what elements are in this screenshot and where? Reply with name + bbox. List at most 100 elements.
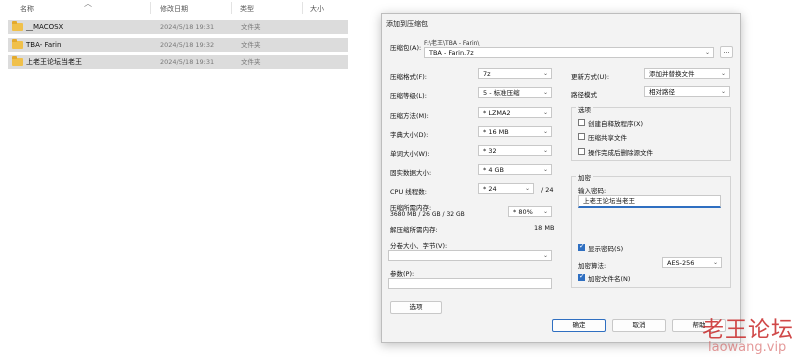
dictionary-select[interactable]: * 16 MB ⌄ xyxy=(478,126,552,137)
path-mode-value: 相对路径 xyxy=(649,88,675,96)
add-to-archive-dialog: 添加到压缩包 压缩包(A): F:\老王\TBA - Farin\ TBA - … xyxy=(381,13,741,343)
update-mode-select[interactable]: 添加并替换文件 ⌄ xyxy=(644,68,730,79)
chevron-down-icon: ⌄ xyxy=(712,259,718,266)
file-type: 文件夹 xyxy=(241,58,261,66)
file-modified: 2024/5/18 19:31 xyxy=(160,58,215,66)
memory-usage-select[interactable]: * 80% ⌄ xyxy=(508,206,552,217)
word-size-select[interactable]: * 32 ⌄ xyxy=(478,145,552,156)
chevron-down-icon: ⌄ xyxy=(524,185,530,192)
dialog-title: 添加到压缩包 xyxy=(386,20,428,28)
level-label: 压缩等级(L): xyxy=(390,92,427,100)
path-mode-select[interactable]: 相对路径 ⌄ xyxy=(644,86,730,97)
options-button[interactable]: 选项 xyxy=(390,301,442,314)
dictionary-label: 字典大小(D): xyxy=(390,131,429,139)
encryption-group-title: 加密 xyxy=(576,172,593,182)
archive-label: 压缩包(A): xyxy=(390,44,422,52)
file-modified: 2024/5/18 19:31 xyxy=(160,23,215,31)
cpu-threads-select[interactable]: * 24 ⌄ xyxy=(478,183,534,194)
solid-size-value: * 4 GB xyxy=(483,166,505,174)
method-select[interactable]: * LZMA2 ⌄ xyxy=(478,107,552,118)
file-name: TBA- Farin xyxy=(26,41,62,49)
watermark-url: laowang.vip xyxy=(708,340,787,355)
file-type: 文件夹 xyxy=(241,23,261,31)
split-size-label: 分卷大小、字节(V): xyxy=(390,242,448,250)
sfx-checkbox[interactable] xyxy=(578,119,585,126)
chevron-down-icon: ⌄ xyxy=(720,70,726,77)
sfx-label: 创建自释放程序(X) xyxy=(588,120,644,128)
solid-size-label: 固实数据大小: xyxy=(390,169,432,177)
dictionary-value: * 16 MB xyxy=(483,128,509,136)
delete-after-checkbox[interactable] xyxy=(578,148,585,155)
column-header-name[interactable]: 名称 xyxy=(20,3,34,15)
format-label: 压缩格式(F): xyxy=(390,73,428,81)
parameters-label: 参数(P): xyxy=(390,270,415,278)
word-size-value: * 32 xyxy=(483,147,497,155)
encryption-method-select[interactable]: AES-256 ⌄ xyxy=(662,257,722,268)
column-divider[interactable] xyxy=(231,2,232,14)
column-header-type[interactable]: 类型 xyxy=(240,3,254,15)
password-input[interactable]: 上老王论坛当老王 xyxy=(578,195,721,208)
cancel-button[interactable]: 取消 xyxy=(612,319,666,332)
decompress-memory-label: 解压缩所需内存: xyxy=(390,226,438,234)
shared-files-checkbox[interactable] xyxy=(578,133,585,140)
encrypt-names-checkbox[interactable] xyxy=(578,272,585,281)
file-name: __MACOSX xyxy=(26,23,64,31)
chevron-down-icon: ⌄ xyxy=(542,252,548,259)
encryption-method-label: 加密算法: xyxy=(578,262,607,270)
options-group-title: 选项 xyxy=(576,104,593,114)
level-value: 5 - 标准压缩 xyxy=(483,89,520,97)
solid-size-select[interactable]: * 4 GB ⌄ xyxy=(478,164,552,175)
chevron-down-icon: ⌄ xyxy=(542,166,548,173)
file-row[interactable]: 上老王论坛当老王 2024/5/18 19:31 文件夹 xyxy=(8,55,348,69)
password-label: 输入密码: xyxy=(578,187,607,195)
method-value: * LZMA2 xyxy=(483,109,511,117)
memory-usage-value: * 80% xyxy=(513,208,533,216)
archive-name-value: TBA - Farin.7z xyxy=(429,49,474,57)
folder-icon xyxy=(12,56,23,66)
update-mode-value: 添加并替换文件 xyxy=(649,70,695,78)
update-mode-label: 更新方式(U): xyxy=(571,73,610,81)
ok-button[interactable]: 确定 xyxy=(552,319,606,332)
word-size-label: 单词大小(W): xyxy=(390,150,430,158)
chevron-down-icon: ⌄ xyxy=(542,109,548,116)
parameters-input[interactable] xyxy=(388,278,552,289)
column-header-modified[interactable]: 修改日期 xyxy=(160,3,188,15)
browse-button[interactable]: ... xyxy=(720,46,733,58)
delete-after-label: 操作完成后删除源文件 xyxy=(588,149,653,157)
chevron-down-icon: ⌄ xyxy=(704,49,710,56)
chevron-down-icon: ⌄ xyxy=(542,70,548,77)
chevron-down-icon: ⌄ xyxy=(542,89,548,96)
archive-name-combobox[interactable]: TBA - Farin.7z ⌄ xyxy=(424,47,714,58)
cpu-threads-label: CPU 线程数: xyxy=(390,188,427,196)
shared-files-label: 压缩共享文件 xyxy=(588,134,627,142)
format-select[interactable]: 7z ⌄ xyxy=(478,68,552,79)
column-header-size[interactable]: 大小 xyxy=(310,3,324,15)
chevron-down-icon: ⌄ xyxy=(542,128,548,135)
archive-path: F:\老王\TBA - Farin\ xyxy=(424,40,480,47)
file-type: 文件夹 xyxy=(241,41,261,49)
decompress-memory-value: 18 MB xyxy=(534,224,555,232)
column-divider[interactable] xyxy=(302,2,303,14)
level-select[interactable]: 5 - 标准压缩 ⌄ xyxy=(478,87,552,98)
memory-detail: 3680 MB / 26 GB / 32 GB xyxy=(390,211,465,218)
folder-icon xyxy=(12,39,23,49)
encryption-method-value: AES-256 xyxy=(667,259,695,267)
show-password-checkbox[interactable] xyxy=(578,242,585,251)
file-row[interactable]: TBA- Farin 2024/5/18 19:32 文件夹 xyxy=(8,38,348,52)
column-divider[interactable] xyxy=(150,2,151,14)
chevron-down-icon: ⌄ xyxy=(720,88,726,95)
file-row[interactable]: __MACOSX 2024/5/18 19:31 文件夹 xyxy=(8,20,348,34)
path-mode-label: 路径模式 xyxy=(571,91,597,99)
show-password-label: 显示密码(S) xyxy=(588,245,624,253)
chevron-down-icon: ⌄ xyxy=(542,208,548,215)
sort-chevron-icon: ︿ xyxy=(84,0,92,8)
cpu-threads-total: / 24 xyxy=(541,186,554,194)
file-modified: 2024/5/18 19:32 xyxy=(160,41,215,49)
method-label: 压缩方法(M): xyxy=(390,112,429,120)
password-value: 上老王论坛当老王 xyxy=(583,197,635,205)
cpu-threads-value: * 24 xyxy=(483,185,497,193)
encrypt-names-label: 加密文件名(N) xyxy=(588,275,631,283)
split-size-combobox[interactable]: ⌄ xyxy=(388,250,552,261)
chevron-down-icon: ⌄ xyxy=(542,147,548,154)
file-name: 上老王论坛当老王 xyxy=(26,58,82,66)
